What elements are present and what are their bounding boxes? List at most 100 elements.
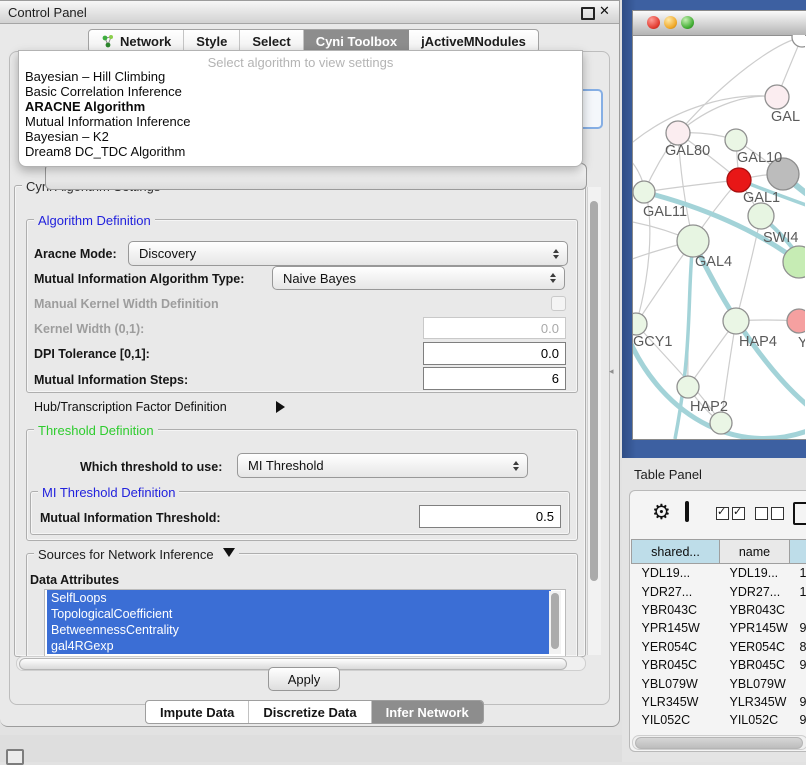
attribute-list-item[interactable]: TopologicalCoefficient (47, 606, 551, 622)
manual-kernel-checkbox[interactable] (551, 296, 566, 311)
attribute-list-item[interactable]: SelfLoops (47, 590, 551, 606)
table-cell[interactable]: 9 (790, 711, 806, 729)
attributes-scrollbar[interactable] (549, 591, 561, 654)
table-cell[interactable]: YDR27... (720, 582, 790, 600)
select-all-checkboxes-icon[interactable] (716, 507, 745, 525)
table-row[interactable]: YDL19...YDL19...13 (632, 564, 806, 583)
table-cell[interactable]: YBL079W (720, 674, 790, 692)
table-cell[interactable]: YPR145W (720, 619, 790, 637)
minimize-traffic-light-icon[interactable] (664, 16, 677, 29)
settings-vertical-scrollbar[interactable] (587, 187, 601, 655)
network-node[interactable] (666, 121, 690, 145)
table-cell[interactable] (790, 674, 806, 692)
table-cell[interactable]: 9. (790, 656, 806, 674)
table-cell[interactable]: YBR045C (720, 656, 790, 674)
table-row[interactable]: YDR27...YDR27...12 (632, 582, 806, 600)
table-cell[interactable]: YDR27... (632, 582, 720, 600)
panel-collapse-handle[interactable]: ◂ (609, 366, 616, 377)
new-table-icon[interactable] (793, 502, 806, 525)
table-cell[interactable]: YBR043C (632, 601, 720, 619)
dropdown-item[interactable]: Bayesian – K2 (19, 130, 582, 145)
table-cell[interactable]: YPR145W (632, 619, 720, 637)
table-row[interactable]: YBL079WYBL079W (632, 674, 806, 692)
table-cell[interactable]: YLR345W (720, 693, 790, 711)
network-node[interactable] (792, 35, 805, 47)
close-icon[interactable]: ✕ (599, 3, 610, 19)
apply-button[interactable]: Apply (268, 667, 340, 691)
table-cell[interactable]: 12 (790, 582, 806, 600)
network-view-window[interactable]: GALGAL80GAL10GAL1GAL11SWI4GAL4GCY1HAP4YH… (632, 10, 806, 440)
tab-style[interactable]: Style (184, 30, 240, 52)
tab-network[interactable]: Network (89, 30, 184, 52)
mi-steps-field[interactable]: 6 (423, 367, 566, 390)
deselect-all-checkboxes-icon[interactable] (755, 507, 784, 525)
table-cell[interactable]: 8. (790, 638, 806, 656)
collapsed-panel-icon[interactable] (6, 749, 24, 765)
dpi-tolerance-field[interactable]: 0.0 (423, 342, 566, 365)
scrollbar-thumb[interactable] (635, 737, 803, 749)
column-header-name[interactable]: name (720, 540, 790, 564)
table-cell[interactable]: YDL19... (632, 564, 720, 583)
table-row[interactable]: YBR045CYBR045C9. (632, 656, 806, 674)
tab-discretize-data[interactable]: Discretize Data (249, 701, 371, 723)
table-cell[interactable]: YIL052C (720, 711, 790, 729)
network-node[interactable] (727, 168, 751, 192)
tab-impute-data[interactable]: Impute Data (146, 701, 249, 723)
dropdown-item[interactable]: Basic Correlation Inference (19, 85, 582, 100)
network-node[interactable] (725, 129, 747, 151)
network-node[interactable] (677, 225, 709, 257)
table-row[interactable]: YLR345WYLR345W9. (632, 693, 806, 711)
dropdown-item[interactable]: Dream8 DC_TDC Algorithm (19, 145, 582, 160)
table-cell[interactable]: YDL19... (720, 564, 790, 583)
table-cell[interactable]: 13 (790, 564, 806, 583)
which-threshold-combobox[interactable]: MI Threshold (237, 453, 528, 478)
table-cell[interactable] (790, 601, 806, 619)
column-header-partial[interactable] (790, 540, 806, 564)
tab-select[interactable]: Select (240, 30, 303, 52)
table-cell[interactable]: 9. (790, 693, 806, 711)
expand-arrow-icon[interactable] (276, 401, 285, 413)
table-cell[interactable]: YIL052C (632, 711, 720, 729)
table-cell[interactable]: YER054C (632, 638, 720, 656)
scrollbar-thumb[interactable] (551, 593, 559, 649)
settings-gear-icon[interactable]: ⚙ (652, 500, 671, 525)
table-row[interactable]: YPR145WYPR145W9. (632, 619, 806, 637)
tab-infer-network[interactable]: Infer Network (372, 701, 483, 723)
dropdown-item[interactable]: ARACNE Algorithm (19, 100, 582, 115)
column-header-shared-name[interactable]: shared... (632, 540, 720, 564)
collapse-arrow-icon[interactable] (223, 548, 235, 557)
table-row[interactable]: YBR043CYBR043C (632, 601, 806, 619)
network-node[interactable] (787, 309, 805, 333)
network-node[interactable] (723, 308, 749, 334)
split-columns-icon[interactable] (685, 501, 689, 522)
scrollbar-thumb[interactable] (590, 201, 598, 581)
mi-type-combobox[interactable]: Naive Bayes (272, 266, 565, 290)
zoom-traffic-light-icon[interactable] (681, 16, 694, 29)
network-window-titlebar[interactable] (633, 11, 806, 36)
network-node[interactable] (748, 203, 774, 229)
dropdown-item[interactable]: Bayesian – Hill Climbing (19, 70, 582, 85)
aracne-mode-combobox[interactable]: Discovery (128, 241, 568, 266)
close-traffic-light-icon[interactable] (647, 16, 660, 29)
mi-threshold-field[interactable]: 0.5 (419, 505, 561, 528)
data-attributes-list[interactable]: SelfLoopsTopologicalCoefficientBetweenne… (44, 589, 566, 658)
sources-group-title[interactable]: Sources for Network Inference (34, 547, 239, 562)
table-cell[interactable]: YBL079W (632, 674, 720, 692)
network-node[interactable] (765, 85, 789, 109)
network-node[interactable] (677, 376, 699, 398)
table-row[interactable]: YIL052CYIL052C9 (632, 711, 806, 729)
network-node[interactable] (633, 313, 647, 335)
node-table[interactable]: shared... name YDL19...YDL19...13YDR27..… (631, 539, 806, 730)
table-cell[interactable]: YLR345W (632, 693, 720, 711)
network-node[interactable] (633, 181, 655, 203)
attribute-list-item[interactable]: gal4RGexp (47, 638, 551, 654)
table-cell[interactable]: YBR043C (720, 601, 790, 619)
network-canvas[interactable]: GALGAL80GAL10GAL1GAL11SWI4GAL4GCY1HAP4YH… (633, 35, 805, 439)
table-cell[interactable]: YER054C (720, 638, 790, 656)
table-cell[interactable]: 9. (790, 619, 806, 637)
kernel-width-field[interactable]: 0.0 (423, 317, 566, 339)
tab-jactivemnodules[interactable]: jActiveMNodules (409, 30, 538, 52)
table-cell[interactable]: YBR045C (632, 656, 720, 674)
hub-definition-label[interactable]: Hub/Transcription Factor Definition (34, 400, 227, 414)
tab-cyni-toolbox[interactable]: Cyni Toolbox (304, 30, 409, 52)
